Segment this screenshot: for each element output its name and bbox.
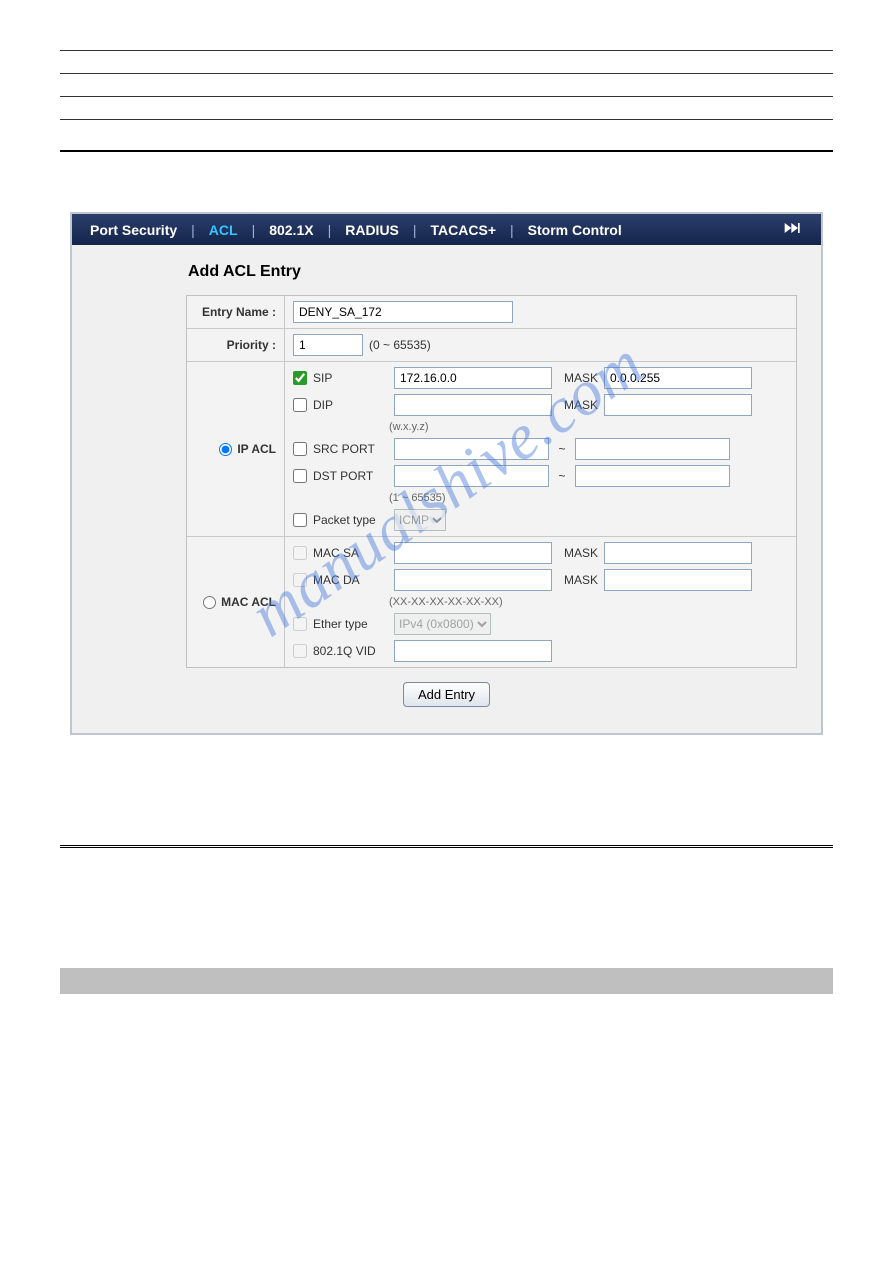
dip-input[interactable] (394, 394, 552, 416)
priority-input[interactable] (293, 334, 363, 356)
acl-form: Entry Name : Priority : (0 ~ 65535) IP A… (186, 295, 797, 668)
label-sip: SIP (313, 371, 388, 385)
label-srcport: SRC PORT (313, 442, 388, 456)
page-title: Add ACL Entry (188, 263, 807, 281)
label-ethtype: Ether type (313, 617, 388, 631)
mac-acl-radio[interactable] (203, 596, 216, 609)
label-dip-mask: MASK (558, 398, 598, 412)
entry-name-input[interactable] (293, 301, 513, 323)
pkttype-checkbox[interactable] (293, 513, 307, 527)
macsa-mask-input[interactable] (604, 542, 752, 564)
label-priority: Priority : (227, 338, 276, 352)
tab-acl[interactable]: ACL (209, 222, 238, 238)
srcport-tilde: ~ (555, 442, 569, 456)
tab-radius[interactable]: RADIUS (345, 222, 399, 238)
ethtype-checkbox[interactable] (293, 617, 307, 631)
dstport-to-input[interactable] (575, 465, 730, 487)
macsa-input[interactable] (394, 542, 552, 564)
sip-input[interactable] (394, 367, 552, 389)
top-rule-group (60, 50, 833, 152)
bottom-rule (60, 845, 833, 848)
srcport-from-input[interactable] (394, 438, 549, 460)
ip-acl-radio[interactable] (219, 443, 232, 456)
dstport-checkbox[interactable] (293, 469, 307, 483)
srcport-checkbox[interactable] (293, 442, 307, 456)
label-macsa: MAC SA (313, 546, 388, 560)
label-macsa-mask: MASK (558, 546, 598, 560)
label-dip: DIP (313, 398, 388, 412)
macda-input[interactable] (394, 569, 552, 591)
tab-storm[interactable]: Storm Control (528, 222, 622, 238)
tab-bar: Port Security| ACL| 802.1X| RADIUS| TACA… (72, 214, 821, 245)
dstport-from-input[interactable] (394, 465, 549, 487)
sip-mask-input[interactable] (604, 367, 752, 389)
macda-checkbox[interactable] (293, 573, 307, 587)
acl-panel: Port Security| ACL| 802.1X| RADIUS| TACA… (70, 212, 823, 735)
tab-port-security[interactable]: Port Security (90, 222, 177, 238)
vid-input[interactable] (394, 640, 552, 662)
label-dstport: DST PORT (313, 469, 388, 483)
dip-mask-input[interactable] (604, 394, 752, 416)
tab-tacacs[interactable]: TACACS+ (431, 222, 496, 238)
footer-bar (60, 968, 833, 994)
label-entry-name: Entry Name : (202, 305, 276, 319)
next-tab-icon[interactable] (783, 221, 803, 238)
macsa-checkbox[interactable] (293, 546, 307, 560)
label-sip-mask: MASK (558, 371, 598, 385)
dstport-tilde: ~ (555, 469, 569, 483)
macda-mask-input[interactable] (604, 569, 752, 591)
label-macda-mask: MASK (558, 573, 598, 587)
port-range-hint: (1 ~ 65535) (389, 492, 788, 504)
mac-format-hint: (XX-XX-XX-XX-XX-XX) (389, 596, 788, 608)
dip-checkbox[interactable] (293, 398, 307, 412)
tab-8021x[interactable]: 802.1X (269, 222, 313, 238)
ip-format-hint: (w.x.y.z) (389, 421, 788, 433)
label-mac-acl: MAC ACL (221, 595, 276, 609)
label-vid: 802.1Q VID (313, 644, 388, 658)
priority-hint: (0 ~ 65535) (369, 338, 431, 352)
label-macda: MAC DA (313, 573, 388, 587)
label-ip-acl: IP ACL (237, 442, 276, 456)
ethtype-select[interactable]: IPv4 (0x0800) (394, 613, 491, 635)
srcport-to-input[interactable] (575, 438, 730, 460)
pkttype-select[interactable]: ICMP (394, 509, 446, 531)
label-pkttype: Packet type (313, 513, 388, 527)
sip-checkbox[interactable] (293, 371, 307, 385)
add-entry-button[interactable]: Add Entry (403, 682, 490, 707)
vid-checkbox[interactable] (293, 644, 307, 658)
